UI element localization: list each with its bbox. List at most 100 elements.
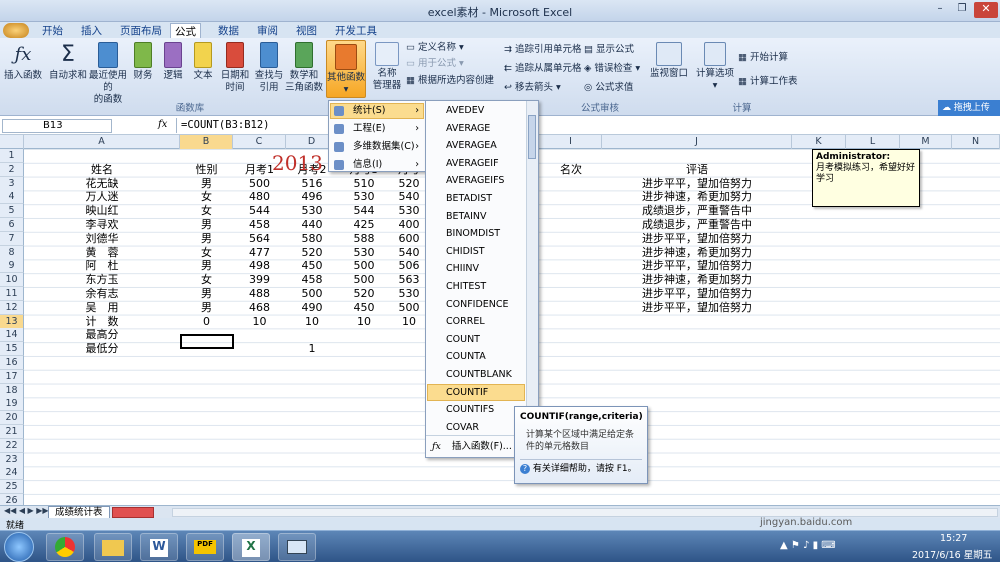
row-header[interactable]: 4 <box>0 190 24 205</box>
math-trig-button[interactable]: 数学和 三角函数 <box>284 42 324 94</box>
function-menu-item[interactable]: AVERAGEA <box>446 138 497 154</box>
sheet-cell[interactable]: 520 <box>390 177 428 191</box>
sheet-cell[interactable]: 男 <box>180 218 233 232</box>
sheet-cell[interactable]: 458 <box>286 273 338 287</box>
logical-button[interactable]: 逻辑 <box>160 42 186 82</box>
sheet-cell[interactable]: 进步神速，希更加努力 <box>602 273 792 287</box>
sheet-cell[interactable]: 成绩退步，严重警告中 <box>602 218 792 232</box>
row-header[interactable]: 19 <box>0 397 24 412</box>
col-header-b[interactable]: B <box>180 135 233 149</box>
row-header[interactable]: 21 <box>0 425 24 439</box>
row-header[interactable]: 2 <box>0 162 24 177</box>
use-in-formula-button[interactable]: ▭ 用于公式 ▾ <box>406 58 464 70</box>
sheet-cell[interactable]: 10 <box>390 315 428 329</box>
sheet-cell[interactable]: 458 <box>233 218 286 232</box>
error-checking-button[interactable]: ◈ 错误检查 ▾ <box>584 63 640 75</box>
sheet-cell[interactable]: 进步神速，希更加努力 <box>602 190 792 204</box>
tab-data[interactable]: 数据 <box>214 23 243 38</box>
calculate-now-button[interactable]: ▦ 开始计算 <box>738 52 788 64</box>
calc-options-button[interactable]: 计算选项 ▾ <box>694 42 736 92</box>
row-header[interactable]: 7 <box>0 231 24 246</box>
word-taskbar-icon[interactable]: W <box>140 533 178 561</box>
sheet-cell[interactable]: 余有志 <box>24 287 180 301</box>
sheet-cell[interactable]: 530 <box>338 246 390 260</box>
sheet-cell[interactable]: 468 <box>233 301 286 315</box>
upload-panel-button[interactable]: ☁ 拖拽上传 <box>938 100 1000 116</box>
sheet-cell[interactable]: 男 <box>180 287 233 301</box>
sheet-cell[interactable]: 500 <box>286 287 338 301</box>
function-menu-item[interactable]: COUNT <box>446 332 480 348</box>
col-header-i[interactable]: I <box>540 135 602 149</box>
row-header[interactable]: 3 <box>0 176 24 191</box>
row-header[interactable]: 8 <box>0 245 24 260</box>
sheet-cell[interactable]: 女 <box>180 246 233 260</box>
sheet-cell[interactable]: 万人迷 <box>24 190 180 204</box>
row-header[interactable]: 24 <box>0 466 24 481</box>
remote-taskbar-icon[interactable] <box>278 533 316 561</box>
explorer-taskbar-icon[interactable] <box>94 533 132 561</box>
sheet-cell[interactable]: 进步平平，望加倍努力 <box>602 259 792 273</box>
function-menu-item[interactable]: BINOMDIST <box>446 226 500 242</box>
sheet-tab-2[interactable] <box>112 507 154 518</box>
sheet-cell[interactable]: 女 <box>180 190 233 204</box>
menu-item-information[interactable]: 信息(I) › <box>329 157 425 173</box>
lookup-button[interactable]: 查找与 引用 <box>252 42 286 94</box>
sheet-cell[interactable]: 530 <box>390 204 428 218</box>
tab-page-layout[interactable]: 页面布局 <box>116 23 166 38</box>
row-header[interactable]: 25 <box>0 480 24 495</box>
function-menu-item[interactable]: COUNTIFS <box>446 402 494 418</box>
col-header-n[interactable]: N <box>952 135 1000 149</box>
sheet-cell[interactable]: 评语 <box>602 163 792 177</box>
tab-insert[interactable]: 插入 <box>77 23 106 38</box>
tab-home[interactable]: 开始 <box>38 23 67 38</box>
sheet-cell[interactable]: 最高分 <box>24 328 180 342</box>
sheet-cell[interactable]: 498 <box>233 259 286 273</box>
function-menu-item[interactable]: CORREL <box>446 314 485 330</box>
row-header[interactable]: 10 <box>0 273 24 288</box>
function-menu-item[interactable]: CONFIDENCE <box>446 297 509 313</box>
function-menu-item[interactable]: CHITEST <box>446 279 486 295</box>
menu-item-statistical[interactable]: 统计(S) › <box>329 103 425 119</box>
row-header[interactable]: 12 <box>0 300 24 315</box>
sheet-cell[interactable]: 进步平平，望加倍努力 <box>602 177 792 191</box>
calculate-sheet-button[interactable]: ▦ 计算工作表 <box>738 76 798 88</box>
sheet-cell[interactable]: 性别 <box>180 163 233 177</box>
select-all[interactable] <box>0 135 24 149</box>
sheet-cell[interactable]: 500 <box>338 273 390 287</box>
sheet-cell[interactable]: 花无缺 <box>24 177 180 191</box>
date-time-button[interactable]: 日期和 时间 <box>218 42 252 94</box>
row-header[interactable]: 23 <box>0 452 24 467</box>
tab-review[interactable]: 审阅 <box>253 23 282 38</box>
watch-window-button[interactable]: 监视窗口 <box>648 42 690 80</box>
function-menu-item[interactable]: COUNTA <box>446 349 486 365</box>
function-menu-item[interactable]: CHIINV <box>446 261 479 277</box>
sheet-cell[interactable]: 400 <box>390 218 428 232</box>
sheet-cell[interactable]: 490 <box>286 301 338 315</box>
trace-dependents-button[interactable]: ⇇ 追踪从属单元格 <box>504 63 582 75</box>
sheet-cell[interactable]: 进步平平，望加倍努力 <box>602 232 792 246</box>
sheet-cell[interactable]: 映山红 <box>24 204 180 218</box>
sheet-cell[interactable]: 563 <box>390 273 428 287</box>
sheet-cell[interactable]: 吴 用 <box>24 301 180 315</box>
row-header[interactable]: 6 <box>0 218 24 232</box>
sheet-cell[interactable]: 530 <box>338 190 390 204</box>
sheet-cell[interactable]: 姓名 <box>24 163 180 177</box>
sheet-cell[interactable]: 450 <box>286 259 338 273</box>
row-header[interactable]: 5 <box>0 204 24 219</box>
selected-cell-b13[interactable] <box>180 334 234 349</box>
sheet-cell[interactable]: 1 <box>286 342 338 356</box>
start-button[interactable] <box>4 532 34 562</box>
evaluate-formula-button[interactable]: ◎ 公式求值 <box>584 82 633 94</box>
menu-item-cube[interactable]: 多维数据集(C) › <box>329 139 425 155</box>
sheet-cell[interactable]: 520 <box>338 287 390 301</box>
sheet-cell[interactable]: 530 <box>286 204 338 218</box>
close-button[interactable]: ✕ <box>974 2 998 18</box>
row-header[interactable]: 1 <box>0 149 24 163</box>
sheet-cell[interactable]: 东方玉 <box>24 273 180 287</box>
sheet-cell[interactable]: 564 <box>233 232 286 246</box>
sheet-cell[interactable]: 500 <box>390 301 428 315</box>
row-header[interactable]: 15 <box>0 342 24 357</box>
sheet-cell[interactable]: 0 <box>180 315 233 329</box>
sheet-cell[interactable]: 425 <box>338 218 390 232</box>
financial-button[interactable]: 财务 <box>130 42 156 82</box>
